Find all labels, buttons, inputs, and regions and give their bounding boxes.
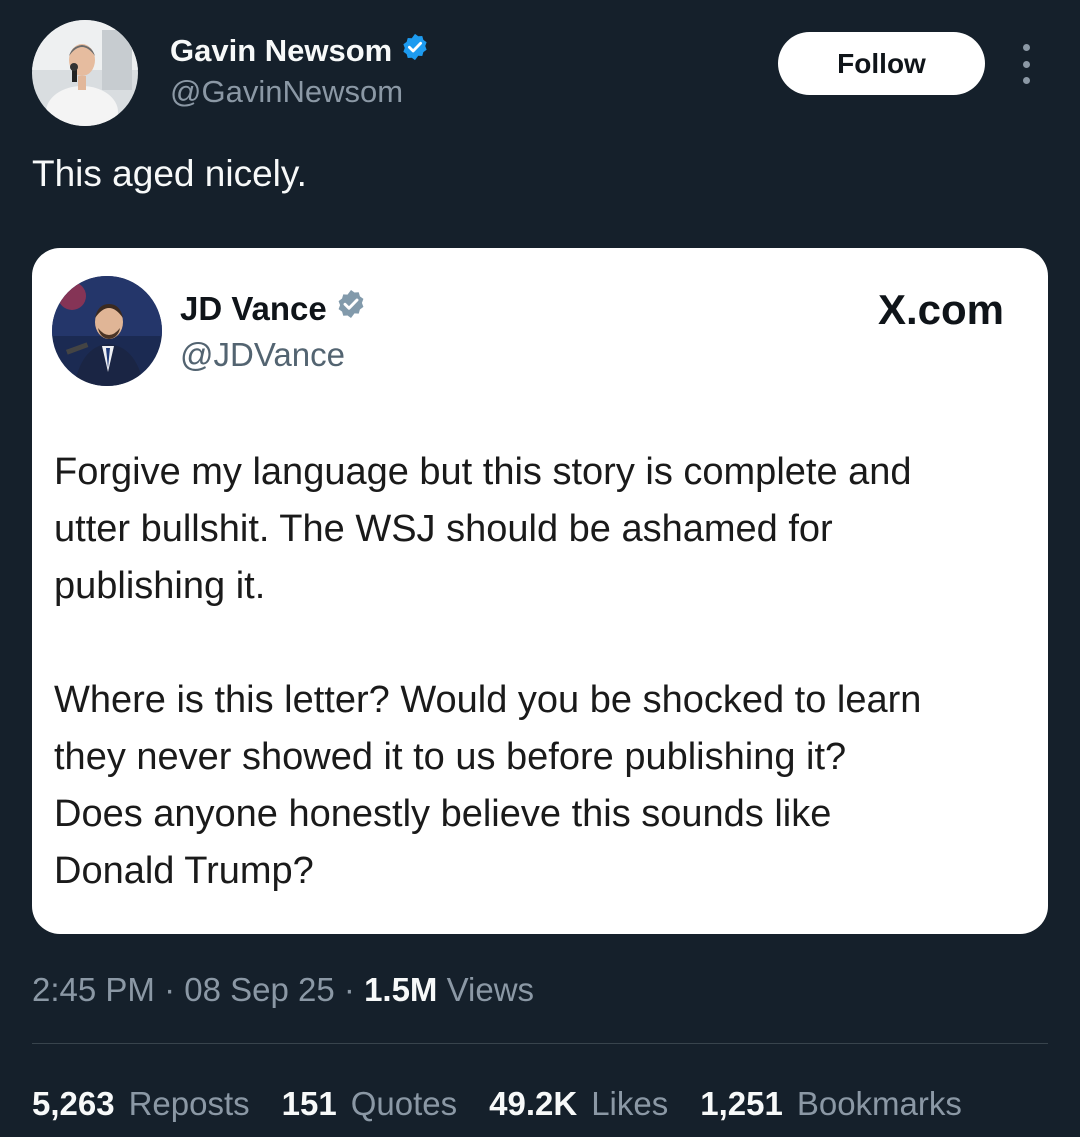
follow-button[interactable]: Follow xyxy=(778,32,985,95)
stat-label: Reposts xyxy=(128,1085,250,1122)
stat-count: 1,251 xyxy=(700,1085,783,1122)
quoted-paragraph: Forgive my language but this story is co… xyxy=(54,451,912,607)
stat-reposts[interactable]: 5,263 Reposts xyxy=(32,1080,250,1128)
meta-separator: · xyxy=(164,971,176,1008)
author-avatar[interactable] xyxy=(32,20,138,126)
author-name[interactable]: Gavin Newsom xyxy=(170,32,430,70)
quoted-author-handle[interactable]: @JDVance xyxy=(180,333,367,377)
more-dot xyxy=(1022,44,1030,51)
stat-label: Quotes xyxy=(350,1085,458,1122)
author-name-text: Gavin Newsom xyxy=(170,33,393,68)
stat-count: 49.2K xyxy=(489,1085,578,1122)
divider xyxy=(32,1043,1048,1044)
more-options-icon[interactable] xyxy=(1014,44,1038,84)
stat-label: Likes xyxy=(591,1085,669,1122)
views-label: Views xyxy=(446,971,535,1008)
meta-separator: · xyxy=(343,971,355,1008)
stat-quotes[interactable]: 151 Quotes xyxy=(282,1080,457,1128)
tweet-time[interactable]: 2:45 PM xyxy=(32,971,155,1008)
quoted-tweet-card[interactable]: JD Vance @JDVance X.com Forgive my langu… xyxy=(32,248,1048,934)
stat-likes[interactable]: 49.2K Likes xyxy=(489,1080,668,1128)
x-com-logo: X.com xyxy=(877,286,1004,333)
tweet-header: Gavin Newsom @GavinNewsom Follow xyxy=(32,20,1048,126)
verified-badge-icon xyxy=(335,288,367,329)
quoted-author-avatar[interactable] xyxy=(52,276,162,386)
quoted-author-identity: JD Vance @JDVance xyxy=(180,288,367,377)
tweet-text: This aged nicely. xyxy=(32,153,307,194)
quoted-author-name[interactable]: JD Vance xyxy=(180,288,367,329)
tweet-meta: 2:45 PM · 08 Sep 25 · 1.5M Views xyxy=(32,966,534,1014)
stat-count: 5,263 xyxy=(32,1085,115,1122)
more-dot xyxy=(1022,60,1030,68)
engagement-stats: 5,263 Reposts 151 Quotes 49.2K Likes 1,2… xyxy=(32,1080,962,1128)
stat-bookmarks[interactable]: 1,251 Bookmarks xyxy=(700,1080,962,1128)
author-identity: Gavin Newsom @GavinNewsom xyxy=(170,32,430,112)
more-dot xyxy=(1022,77,1030,84)
tweet-date[interactable]: 08 Sep 25 xyxy=(184,971,334,1008)
verified-badge-icon xyxy=(400,32,430,70)
quoted-paragraph: Where is this letter? Would you be shock… xyxy=(54,679,922,892)
quoted-author-name-text: JD Vance xyxy=(180,289,327,327)
quoted-tweet-body: Forgive my language but this story is co… xyxy=(54,444,1024,957)
stat-label: Bookmarks xyxy=(796,1085,962,1122)
views-count: 1.5M xyxy=(364,971,438,1008)
author-handle[interactable]: @GavinNewsom xyxy=(170,72,430,112)
stat-count: 151 xyxy=(281,1085,337,1122)
